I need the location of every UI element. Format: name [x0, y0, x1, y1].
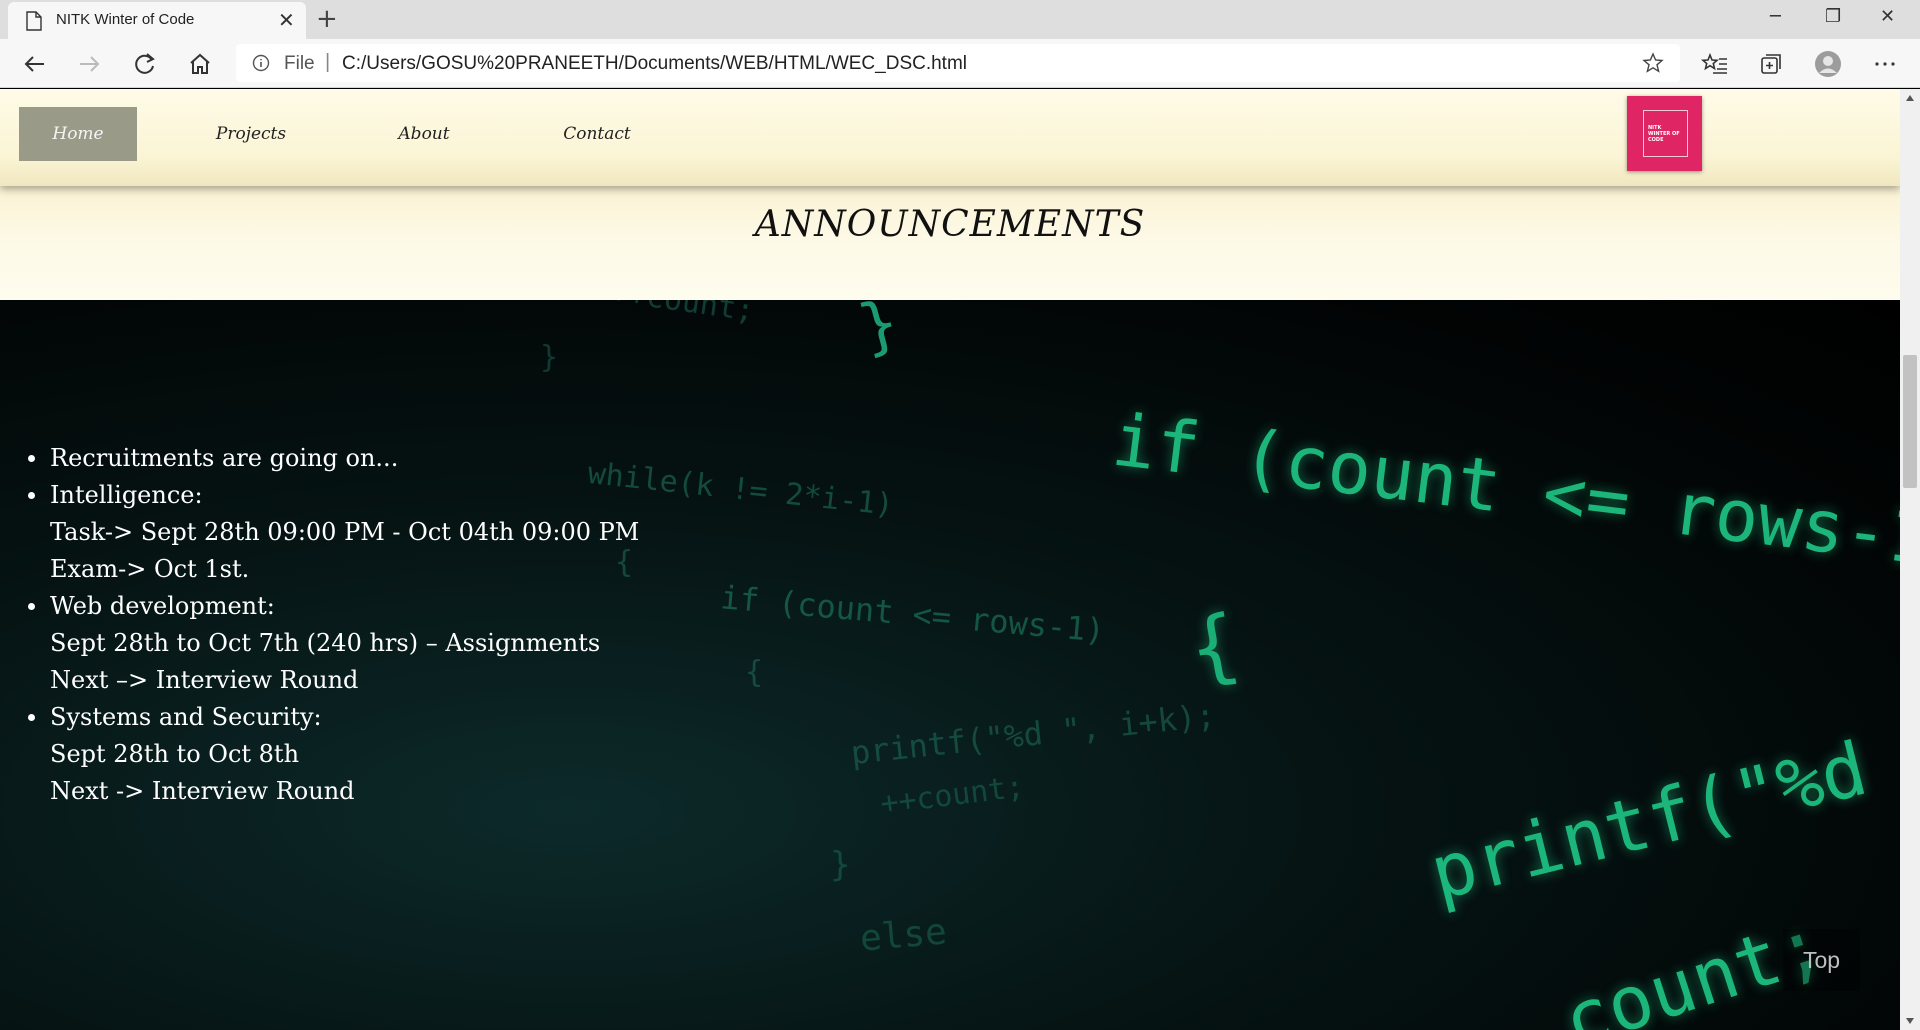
- announcement-text: Task-> Sept 28th 09:00 PM - Oct 04th 09:…: [50, 518, 640, 546]
- bg-code-line: ++count;: [608, 300, 757, 329]
- nav-projects[interactable]: Projects: [192, 107, 310, 161]
- site-navbar: Home Projects About Contact NITK WINTER …: [0, 89, 1900, 186]
- bg-code-line: else: [858, 911, 949, 960]
- bg-code-line: {: [745, 655, 764, 690]
- restore-icon[interactable]: ❐: [1825, 6, 1841, 27]
- nav-about[interactable]: About: [365, 107, 483, 161]
- address-separator: |: [325, 51, 331, 73]
- bg-code-line-large: {: [1182, 596, 1246, 697]
- scroll-down-arrow-icon[interactable]: [1906, 1018, 1914, 1024]
- bg-code-line-large: printf("%d ", i+k);: [1422, 693, 1900, 918]
- announcement-item: Intelligence: Task-> Sept 28th 09:00 PM …: [28, 477, 640, 588]
- bg-code-line: printf("%d ", i+k);: [849, 695, 1218, 773]
- home-icon[interactable]: [185, 49, 215, 79]
- close-tab-icon[interactable]: ✕: [278, 10, 295, 30]
- file-label: File: [284, 53, 315, 74]
- announcement-text: Recruitments are going on...: [50, 444, 399, 472]
- browser-toolbar: File | C:/Users/GOSU%20PRANEETH/Document…: [0, 39, 1920, 88]
- announcement-text: Next -> Interview Round: [50, 777, 355, 805]
- scroll-thumb[interactable]: [1903, 355, 1917, 488]
- bullet: [28, 603, 35, 610]
- browser-tab[interactable]: NITK Winter of Code ✕: [8, 2, 306, 39]
- announcement-text: Sept 28th to Oct 7th (240 hrs) – Assignm…: [50, 629, 601, 657]
- bullet: [28, 455, 35, 462]
- bg-code-line: }: [540, 340, 559, 375]
- new-tab-button[interactable]: +: [316, 4, 338, 34]
- bg-code-line: if (count <= rows-1): [719, 578, 1107, 650]
- back-icon[interactable]: [20, 49, 50, 79]
- info-icon[interactable]: [252, 54, 270, 72]
- announcements-header: ANNOUNCEMENTS: [0, 186, 1900, 300]
- page-icon: [26, 11, 42, 31]
- announcement-text: Systems and Security:: [50, 703, 322, 731]
- announcement-text: Intelligence:: [50, 481, 203, 509]
- tab-title: NITK Winter of Code: [56, 11, 195, 28]
- announcement-text: Next –> Interview Round: [50, 666, 359, 694]
- bg-code-line: ++count;: [878, 769, 1027, 822]
- announcement-list: Recruitments are going on... Intelligenc…: [28, 440, 640, 810]
- announcement-text: Web development:: [50, 592, 275, 620]
- favorites-icon[interactable]: [1700, 49, 1730, 79]
- url-text[interactable]: C:/Users/GOSU%20PRANEETH/Documents/WEB/H…: [342, 53, 967, 75]
- bg-code-line-large: if (count <= rows-1): [1108, 397, 1900, 587]
- logo-text: NITK WINTER OF CODE: [1648, 125, 1680, 143]
- close-window-icon[interactable]: ✕: [1880, 6, 1895, 27]
- site-logo[interactable]: NITK WINTER OF CODE: [1627, 96, 1702, 171]
- announcements-section: ++count; } } while(k != 2*i-1) { if (cou…: [0, 300, 1900, 1030]
- scroll-up-arrow-icon[interactable]: [1906, 95, 1914, 101]
- more-menu-icon[interactable]: [1870, 49, 1900, 79]
- nav-home[interactable]: Home: [19, 107, 137, 161]
- back-to-top-button[interactable]: Top: [1783, 929, 1860, 991]
- announcement-item: Web development: Sept 28th to Oct 7th (2…: [28, 588, 639, 699]
- announcement-text: Sept 28th to Oct 8th: [50, 740, 300, 768]
- page-viewport: Home Projects About Contact NITK WINTER …: [0, 89, 1900, 1030]
- tab-strip: NITK Winter of Code ✕ + ─ ❐ ✕: [0, 0, 1920, 39]
- announcement-text: Exam-> Oct 1st.: [50, 555, 250, 583]
- announcement-item: Recruitments are going on...: [28, 440, 639, 477]
- page-scrollbar[interactable]: [1900, 89, 1920, 1030]
- forward-icon[interactable]: [74, 49, 104, 79]
- bullet: [28, 714, 35, 721]
- bg-code-line: }: [830, 845, 851, 885]
- favorite-star-icon[interactable]: [1642, 52, 1664, 74]
- refresh-icon[interactable]: [130, 49, 160, 79]
- address-bar[interactable]: File | C:/Users/GOSU%20PRANEETH/Document…: [236, 44, 1680, 82]
- profile-avatar-icon[interactable]: [1813, 49, 1843, 79]
- announcements-title: ANNOUNCEMENTS: [754, 204, 1146, 245]
- bullet: [28, 492, 35, 499]
- collections-icon[interactable]: [1756, 49, 1786, 79]
- announcement-item: Systems and Security: Sept 28th to Oct 8…: [28, 699, 639, 810]
- minimize-icon[interactable]: ─: [1770, 6, 1781, 27]
- nav-contact[interactable]: Contact: [538, 107, 656, 161]
- bg-code-line: }: [851, 300, 907, 365]
